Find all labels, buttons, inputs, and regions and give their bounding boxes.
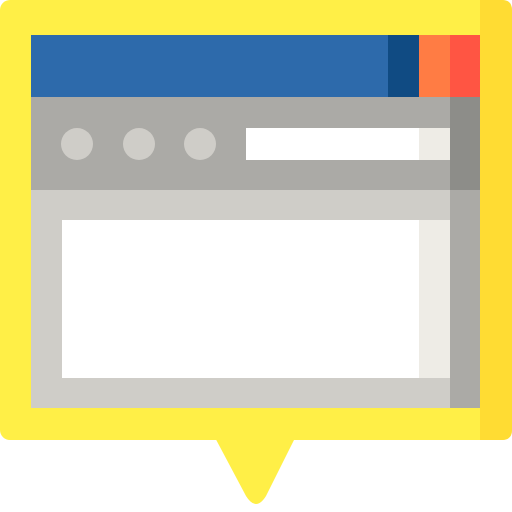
content-area-shade [419, 220, 450, 378]
browser-window-speech-bubble-icon [0, 0, 512, 504]
title-bar-red-segment [450, 35, 480, 97]
speech-bubble-shade [480, 0, 512, 440]
browser-window [31, 35, 480, 408]
title-bar-orange-segment [419, 35, 450, 97]
window-dot-1 [61, 128, 93, 160]
content-frame-shade [450, 190, 480, 408]
window-dot-2 [123, 128, 155, 160]
title-bar-dark-segment [388, 35, 419, 97]
toolbar-shade [450, 97, 480, 190]
window-dot-3 [184, 128, 216, 160]
speech-bubble-tail [212, 432, 298, 504]
address-bar-shade [419, 128, 450, 160]
content-area [62, 220, 450, 378]
